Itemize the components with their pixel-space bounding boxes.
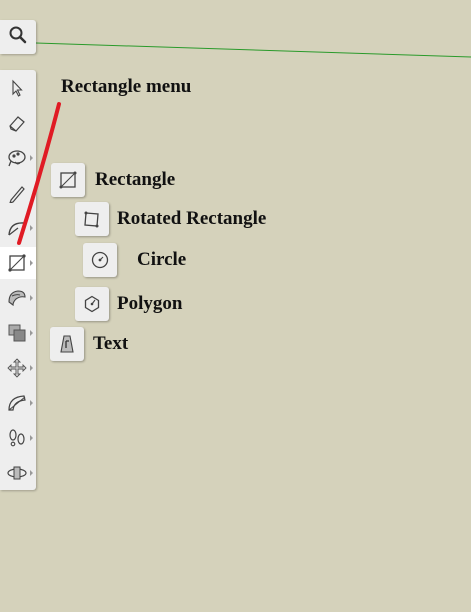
- tool-move[interactable]: [0, 352, 36, 384]
- protractor-icon: [6, 392, 28, 414]
- menu-item-circle[interactable]: Circle: [83, 243, 186, 277]
- submenu-arrow-icon: [30, 155, 33, 161]
- menu-item-label: Rotated Rectangle: [117, 208, 267, 229]
- tool-orbit[interactable]: [0, 457, 36, 489]
- menu-item-polygon[interactable]: Polygon: [75, 287, 182, 321]
- submenu-arrow-icon: [30, 435, 33, 441]
- menu-item-label: Circle: [137, 249, 187, 270]
- push-pull-icon: [6, 287, 28, 309]
- eraser-icon: [6, 112, 28, 134]
- tool-walk[interactable]: [0, 422, 36, 454]
- tool-push-pull[interactable]: [0, 282, 36, 314]
- submenu-arrow-icon: [30, 225, 33, 231]
- menu-item-rotated-rectangle[interactable]: Rotated Rectangle: [75, 202, 266, 236]
- move-icon: [6, 357, 28, 379]
- arc-icon: [6, 217, 28, 239]
- tool-eraser[interactable]: [0, 107, 36, 139]
- menu-item-label: Text: [93, 333, 129, 354]
- menu-item-rectangle[interactable]: Rectangle: [51, 163, 175, 197]
- rectangle-icon: [6, 252, 28, 274]
- circle-icon: [83, 243, 117, 277]
- tool-select[interactable]: [0, 72, 36, 104]
- tool-rectangle[interactable]: [0, 247, 36, 279]
- orbit-icon: [6, 462, 28, 484]
- select-arrow-icon: [6, 77, 28, 99]
- menu-item-label: Polygon: [117, 293, 183, 314]
- submenu-arrow-icon: [30, 470, 33, 476]
- menu-item-text[interactable]: Text: [50, 327, 128, 361]
- search-icon: [8, 25, 28, 50]
- menu-item-label: Rectangle: [95, 169, 176, 190]
- submenu-arrow-icon: [30, 330, 33, 336]
- left-toolbar: [0, 70, 36, 490]
- submenu-arrow-icon: [30, 295, 33, 301]
- rotated-rectangle-icon: [75, 202, 109, 236]
- submenu-arrow-icon: [30, 365, 33, 371]
- paint-bucket-icon: [6, 147, 28, 169]
- text-icon: [50, 327, 84, 361]
- offset-icon: [6, 322, 28, 344]
- pencil-icon: [6, 182, 28, 204]
- polygon-icon: [75, 287, 109, 321]
- submenu-arrow-icon: [30, 400, 33, 406]
- rectangle-icon: [51, 163, 85, 197]
- annotation-title: Rectangle menu: [61, 76, 192, 97]
- search-button[interactable]: [0, 20, 36, 54]
- green-axis-line: [35, 42, 471, 58]
- tool-paint-bucket[interactable]: [0, 142, 36, 174]
- tool-pencil[interactable]: [0, 177, 36, 209]
- tool-protractor[interactable]: [0, 387, 36, 419]
- walk-icon: [6, 427, 28, 449]
- tool-arc[interactable]: [0, 212, 36, 244]
- tool-offset[interactable]: [0, 317, 36, 349]
- submenu-arrow-icon: [30, 260, 33, 266]
